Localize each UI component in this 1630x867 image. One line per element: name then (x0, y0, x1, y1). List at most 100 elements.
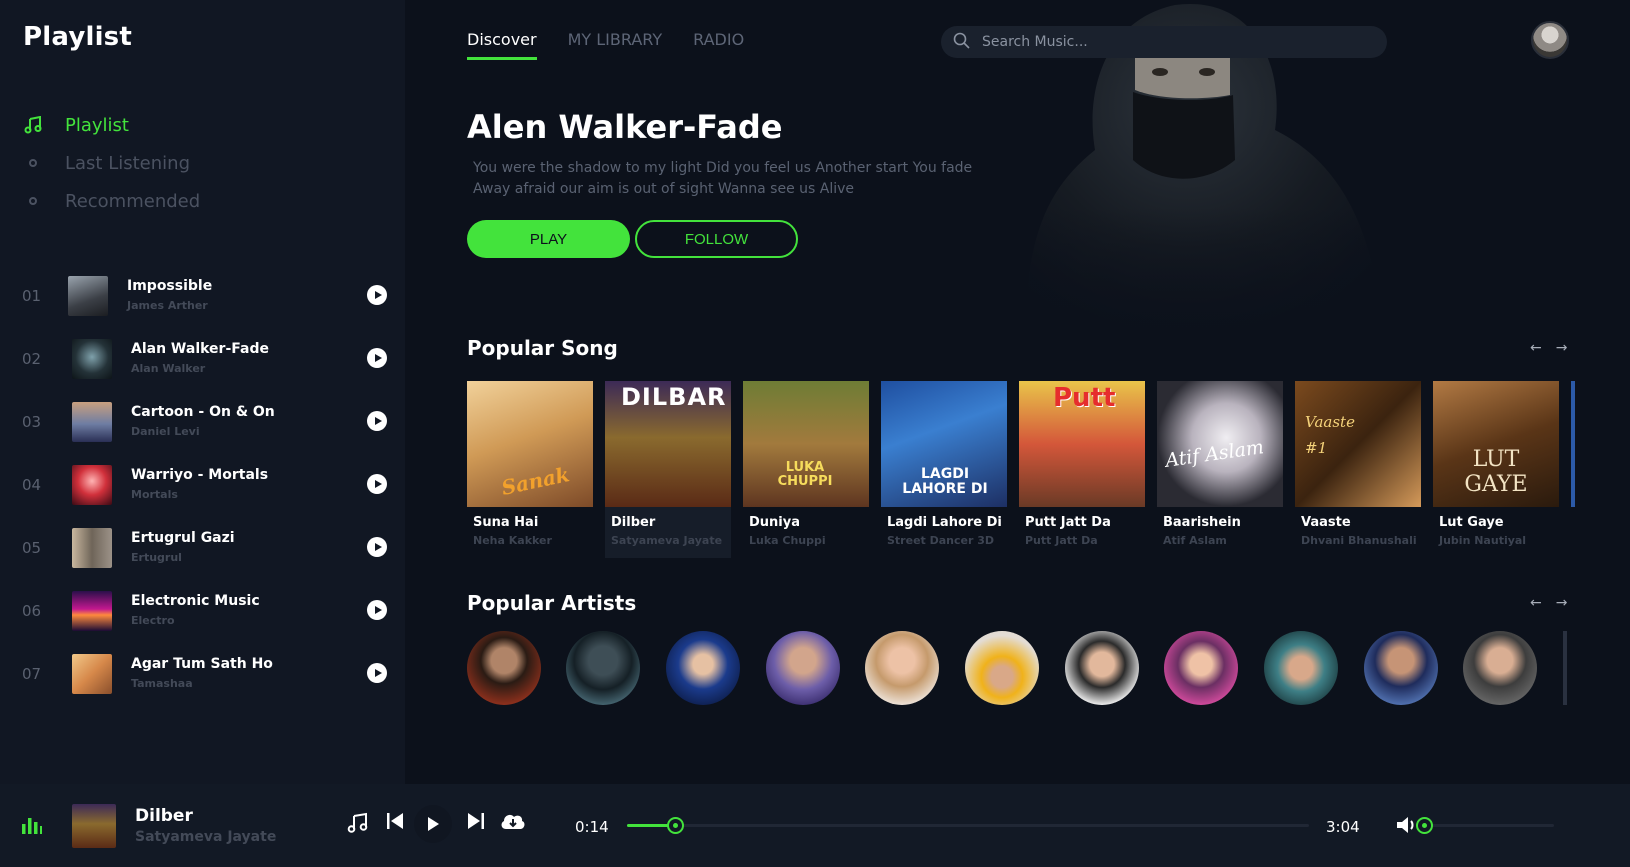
play-button[interactable]: PLAY (467, 220, 630, 258)
track-item[interactable]: 05 Ertugrul Gazi Ertugrul (0, 520, 405, 576)
tab-discover[interactable]: Discover (467, 30, 537, 60)
track-item[interactable]: 07 Agar Tum Sath Ho Tamashaa (0, 646, 405, 702)
artist-avatar[interactable] (1065, 631, 1139, 705)
song-card-partial[interactable] (1571, 381, 1575, 558)
seek-handle[interactable] (666, 817, 684, 834)
nav-item-last-listening[interactable]: Last Listening (22, 144, 200, 182)
hero-title: Alen Walker-Fade (467, 108, 783, 146)
nav-item-playlist[interactable]: Playlist (22, 106, 200, 144)
track-number: 02 (22, 350, 42, 368)
equalizer-icon (22, 818, 42, 838)
track-play-button[interactable] (367, 411, 387, 431)
song-artist: Putt Jatt Da (1025, 534, 1098, 547)
song-cover: Sanak (467, 381, 593, 507)
track-title: Cartoon - On & On (131, 404, 275, 420)
song-card[interactable]: Sanak Suna Hai Neha Kakker (467, 381, 593, 558)
track-number: 07 (22, 665, 42, 683)
volume-handle[interactable] (1416, 817, 1433, 834)
track-number: 04 (22, 476, 42, 494)
track-play-button[interactable] (367, 474, 387, 494)
artist-avatar[interactable] (965, 631, 1039, 705)
track-play-button[interactable] (367, 348, 387, 368)
song-card[interactable]: Vaaste #1 Vaaste Dhvani Bhanushali (1295, 381, 1421, 558)
track-item[interactable]: 03 Cartoon - On & On Daniel Levi (0, 394, 405, 450)
skip-forward-icon[interactable] (467, 812, 485, 830)
artist-avatar[interactable] (566, 631, 640, 705)
now-playing-thumbnail (72, 804, 116, 848)
track-item[interactable]: 04 Warriyo - Mortals Mortals (0, 457, 405, 513)
artist-avatar[interactable] (467, 631, 541, 705)
nav-item-label: Recommended (65, 190, 201, 212)
track-play-button[interactable] (367, 285, 387, 305)
download-cloud-icon[interactable] (500, 812, 526, 832)
track-title: Agar Tum Sath Ho (131, 656, 273, 672)
song-cover: LUKA CHUPPI (743, 381, 869, 507)
track-artist: James Arther (127, 299, 208, 312)
track-item[interactable]: 06 Electronic Music Electro (0, 583, 405, 639)
artist-avatar[interactable] (1164, 631, 1238, 705)
arrow-right-icon[interactable]: → (1556, 340, 1568, 356)
skip-back-icon[interactable] (386, 812, 404, 830)
track-item[interactable]: 01 Impossible James Arther (0, 268, 405, 324)
track-thumbnail (72, 528, 112, 568)
track-item[interactable]: 02 Alan Walker-Fade Alan Walker (0, 331, 405, 387)
track-play-button[interactable] (367, 537, 387, 557)
song-artist: Street Dancer 3D (887, 534, 995, 547)
track-number: 06 (22, 602, 42, 620)
track-play-button[interactable] (367, 600, 387, 620)
song-cover: DILBAR (605, 381, 731, 507)
follow-button[interactable]: FOLLOW (635, 220, 798, 258)
track-title: Electronic Music (131, 593, 260, 609)
song-cover: Atif Aslam (1157, 381, 1283, 507)
song-cover: Putt (1019, 381, 1145, 507)
song-card[interactable]: Putt Putt Jatt Da Putt Jatt Da (1019, 381, 1145, 558)
main-content: Discover MY LIBRARY RADIO Alen Walker-Fa… (405, 0, 1630, 784)
music-note-icon[interactable] (347, 812, 369, 834)
song-title: Suna Hai (473, 515, 539, 530)
artist-avatar[interactable] (766, 631, 840, 705)
artist-avatar[interactable] (1264, 631, 1338, 705)
volume-icon[interactable] (1396, 815, 1418, 835)
arrow-left-icon[interactable]: ← (1530, 340, 1542, 356)
hero-description: You were the shadow to my light Did you … (473, 160, 973, 197)
nav-item-label: Last Listening (65, 152, 190, 174)
song-title: Dilber (611, 515, 656, 530)
song-card[interactable]: LUT GAYE Lut Gaye Jubin Nautiyal (1433, 381, 1559, 558)
volume-slider[interactable] (1416, 817, 1554, 834)
user-avatar[interactable] (1531, 21, 1569, 59)
app-window: Playlist Playlist Last Listening Recomme… (0, 0, 1630, 867)
artist-avatar-partial[interactable] (1563, 631, 1567, 705)
artist-avatar[interactable] (1463, 631, 1537, 705)
track-number: 05 (22, 539, 42, 557)
song-card[interactable]: Atif Aslam Baarishein Atif Aslam (1157, 381, 1283, 558)
circle-icon (22, 152, 44, 174)
seek-bar[interactable] (627, 817, 1309, 834)
song-cover: Vaaste #1 (1295, 381, 1421, 507)
now-playing-artist: Satyameva Jayate (135, 829, 277, 845)
song-card[interactable]: LUKA CHUPPI Duniya Luka Chuppi (743, 381, 869, 558)
header-tabs: Discover MY LIBRARY RADIO (467, 30, 744, 60)
tab-my-library[interactable]: MY LIBRARY (568, 30, 663, 60)
arrow-right-icon[interactable]: → (1556, 595, 1568, 611)
track-thumbnail (72, 402, 112, 442)
tab-radio[interactable]: RADIO (693, 30, 744, 60)
cover-text: Putt (1053, 383, 1116, 413)
cover-text: Sanak (499, 462, 572, 500)
track-number: 03 (22, 413, 42, 431)
popular-song-nav: ← → (1530, 340, 1567, 356)
popular-artists-title: Popular Artists (467, 591, 637, 615)
artist-avatar[interactable] (1364, 631, 1438, 705)
song-card[interactable]: LAGDI LAHORE DI Lagdi Lahore Di Street D… (881, 381, 1007, 558)
arrow-left-icon[interactable]: ← (1530, 595, 1542, 611)
nav-item-recommended[interactable]: Recommended (22, 182, 200, 220)
search-bar (941, 26, 1387, 58)
search-input[interactable] (982, 34, 1362, 50)
artist-avatar[interactable] (666, 631, 740, 705)
popular-song-list: Sanak Suna Hai Neha Kakker DILBAR Dilber… (467, 381, 1630, 561)
artist-avatar[interactable] (865, 631, 939, 705)
song-card[interactable]: DILBAR Dilber Satyameva Jayate (605, 381, 731, 558)
song-artist: Neha Kakker (473, 534, 552, 547)
play-pause-button[interactable] (414, 805, 452, 843)
track-play-button[interactable] (367, 663, 387, 683)
track-title: Alan Walker-Fade (131, 341, 269, 357)
